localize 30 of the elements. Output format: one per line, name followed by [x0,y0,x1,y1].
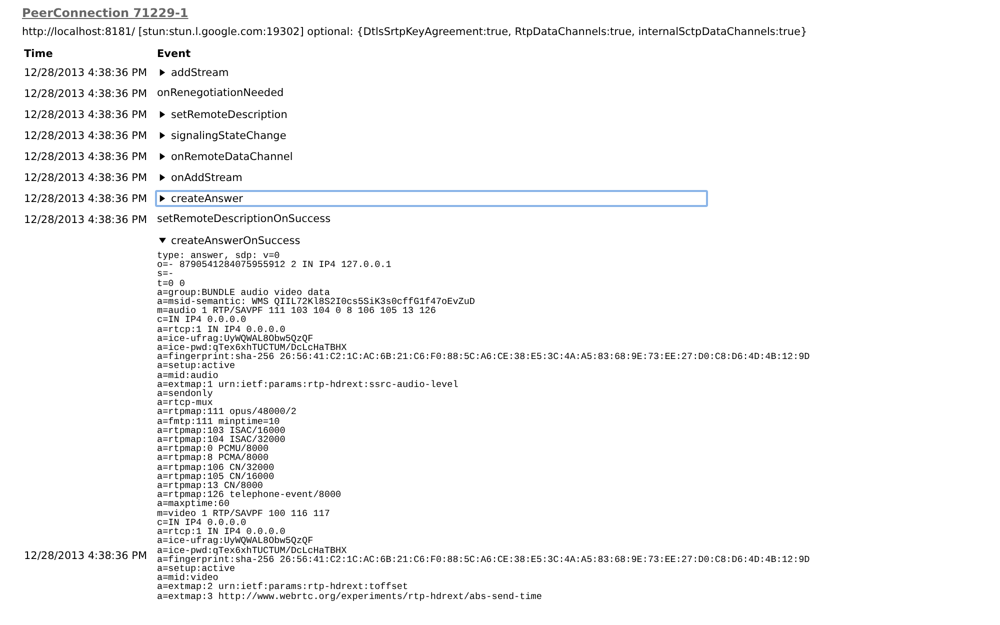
event-summary[interactable]: onRemoteDataChannel [155,148,708,165]
event-time: 12/28/2013 4:38:36 PM [24,66,148,78]
event-time: 12/28/2013 4:38:36 PM [24,550,148,562]
disclosure-triangle-icon [159,132,166,139]
disclosure-triangle-icon [159,174,166,181]
event-summary[interactable]: signalingStateChange [155,127,708,144]
disclosure-triangle-icon [159,237,166,244]
event-summary[interactable]: onAddStream [155,169,708,186]
disclosure-triangle-icon [159,111,166,118]
event-time: 12/28/2013 4:38:36 PM [24,150,148,162]
event-time: 12/28/2013 4:38:36 PM [24,214,148,226]
peer-connection-link[interactable]: PeerConnection 71229-1 [22,6,188,20]
event-summary[interactable]: setRemoteDescription [155,106,708,123]
event-summary[interactable]: createAnswerOnSuccess [155,232,708,249]
event-name: setRemoteDescriptionOnSuccess [157,212,332,227]
event-time: 12/28/2013 4:38:36 PM [24,88,148,100]
disclosure-triangle-icon [159,195,166,202]
event-time: 12/28/2013 4:38:36 PM [24,130,148,142]
event-time: 12/28/2013 4:38:36 PM [24,172,148,184]
column-header: Time [23,48,54,62]
disclosure-triangle-icon [159,153,166,160]
event-time: 12/28/2013 4:38:36 PM [24,192,148,204]
event-summary[interactable]: addStream [155,64,708,81]
sdp-text: type: answer, sdp: v=0 o=- 8790541284075955912 2 IN IP4 127.0.0.1 s=- t=0 0 a=group:BUNDLE audio video data a=msid-semantic: WMS QIIL72Kl8S2I0cs5SiK3s0cffG1f47oEvZuD m=audio 1 RTP/SAVPF 111 103 104 0 8 106 105 13 126 c=IN IP4 0.0.0.0 a=rtcp:1 IN IP4 0.0.0.0 a=ice-ufrag:UyWQWAL8Obw5QzQF a=ice-pwd:qTex6xhTUCTUM/DcLcHaTBHX a=fingerprint:sha-256 26:56:41:C2:1C:AC:6B:21:C6:F0:88:5C:A6:CE:38:E5:3C:4A:A5:83:68:9E:73:EE:27:D0:C8:D6:4D:4B:12:9D a=setup:active a=mid:audio a=extmap:1 urn:ietf:params:rtp-hdrext:ssrc-audio-level a=sendonly a=rtcp-mux a=rtpmap:111 opus/48000/2 a=fmtp:111 minptime=10 a=rtpmap:103 ISAC/16000 a=rtpmap:104 ISAC/32000 a=rtpmap:0 PCMU/8000 a=rtpmap:8 PCMA/8000 a=rtpmap:106 CN/32000 a=rtpmap:105 CN/16000 a=rtpmap:13 CN/8000 a=rtpmap:126 telephone-event/8000 a=maxptime:60 m=video 1 RTP/SAVPF 100 116 117 c=IN IP4 0.0.0.0 a=rtcp:1 IN IP4 0.0.0.0 a=ice-ufrag:UyWQWAL8Obw5QzQF a=ice-pwd:qTex6xhTUCTUM/DcLcHaTBHX a=fingerprint:sha-256 26:56:41:C2:1C:AC:6B:21:C6:F0:88:5C:A6:CE:38:E5:3C:4A:A5:83:68:9E:73:EE:27:D0:C8:D6:4D:4B:12:9D a=setup:active a=mid:video a=extmap:2 urn:ietf:params:rtp-hdrext:toffset a=extmap:3 http://www.webrtc.org/experiments/rtp-hdrext/abs-send-time [157,251,810,604]
event-name: onRenegotiationNeeded [157,86,285,101]
connection-config-text: http://localhost:8181/ [stun:stun.l.google.com:19302] optional: {DtlsSrtpKeyAgreement:true, RtpDataChannels:true, internalSctpDataChannels:true} [22,26,808,38]
event-time: 12/28/2013 4:38:36 PM [24,108,148,120]
disclosure-triangle-icon [159,69,166,76]
event-summary-focused[interactable]: createAnswer [155,190,708,207]
column-header: Event [157,48,192,62]
